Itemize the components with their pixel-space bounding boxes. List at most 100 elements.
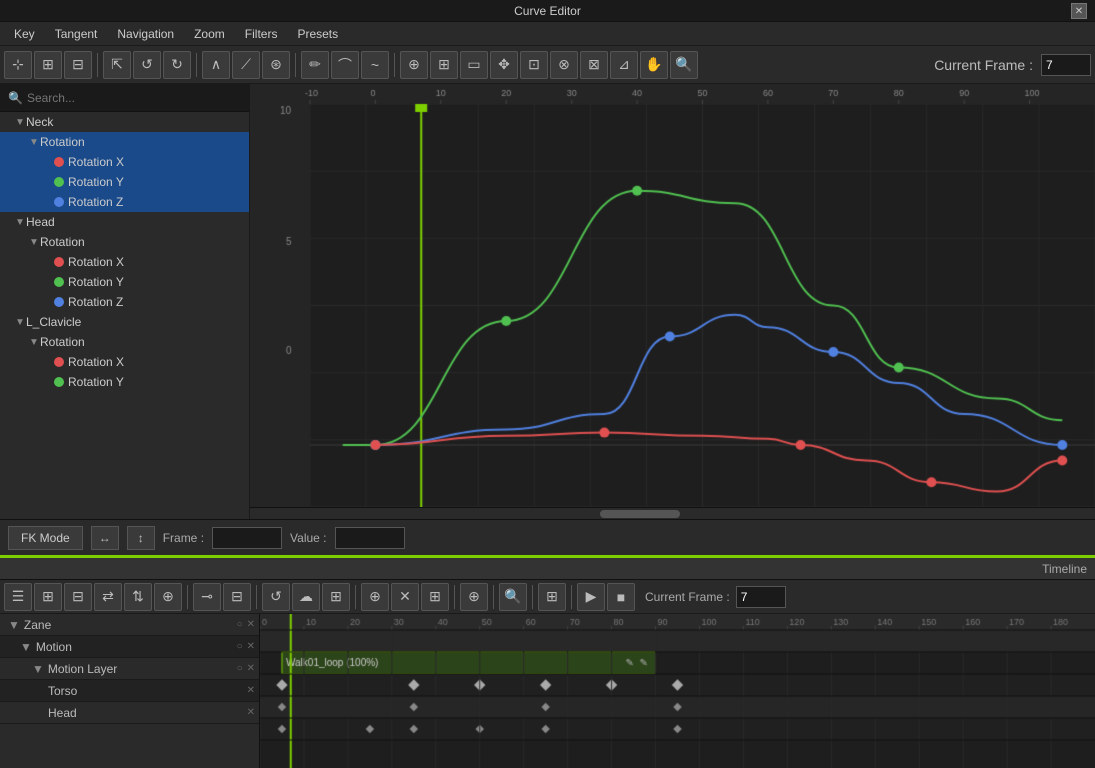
tl-row-torso[interactable]: Torso ✕ — [0, 680, 259, 702]
menu-filters[interactable]: Filters — [235, 25, 288, 43]
tl-btn-9[interactable]: ↺ — [262, 583, 290, 611]
search-input[interactable] — [27, 91, 241, 105]
tl-btn-8[interactable]: ⊟ — [223, 583, 251, 611]
tree-neck-rotation[interactable]: ▼ Rotation — [0, 132, 249, 152]
toolbar-fit[interactable]: ⊞ — [430, 51, 458, 79]
tl-icons-zane: ○ ✕ — [237, 619, 259, 630]
frame-input[interactable] — [212, 527, 282, 549]
tl-close-icon[interactable]: ✕ — [247, 663, 255, 674]
toolbar-expand[interactable]: ⊕ — [400, 51, 428, 79]
tl-btn-export[interactable]: ⊞ — [538, 583, 566, 611]
tl-row-zane[interactable]: ▼ Zane ○ ✕ — [0, 614, 259, 636]
dot-red — [54, 157, 64, 167]
frame-arrows-icon[interactable]: ↔ — [91, 526, 119, 550]
tree-lclavicle-rotation-y[interactable]: Rotation Y — [0, 372, 249, 392]
tl-btn-11[interactable]: ⊞ — [322, 583, 350, 611]
toolbar-zoom-out[interactable]: ⊗ — [550, 51, 578, 79]
tl-circle-icon[interactable]: ○ — [237, 641, 243, 652]
tl-btn-13[interactable]: ✕ — [391, 583, 419, 611]
toolbar-hand[interactable]: ✋ — [640, 51, 668, 79]
curve-scrollbar[interactable] — [250, 507, 1095, 519]
tl-btn-14[interactable]: ⊞ — [421, 583, 449, 611]
tree-head-rotation-z[interactable]: Rotation Z — [0, 292, 249, 312]
tl-btn-3[interactable]: ⊟ — [64, 583, 92, 611]
toolbar-region[interactable]: ▭ — [460, 51, 488, 79]
dot-red — [54, 357, 64, 367]
toolbar-magnify[interactable]: 🔍 — [670, 51, 698, 79]
toolbar-sep-1 — [97, 53, 98, 77]
timeline-canvas — [260, 614, 1095, 768]
toolbar-undo[interactable]: ↺ — [133, 51, 161, 79]
tree-neck[interactable]: ▼ Neck — [0, 112, 249, 132]
current-frame-input[interactable] — [1041, 54, 1091, 76]
tl-circle-icon[interactable]: ○ — [237, 663, 243, 674]
search-bar: 🔍 — [0, 84, 249, 112]
scroll-thumb[interactable] — [600, 510, 680, 518]
tree-lclavicle-rotation[interactable]: ▼ Rotation — [0, 332, 249, 352]
tl-btn-10[interactable]: ☁ — [292, 583, 320, 611]
toolbar-tan2[interactable]: ⊛ — [262, 51, 290, 79]
tree-lclavicle-rotation-x[interactable]: Rotation X — [0, 352, 249, 372]
toolbar-redo[interactable]: ↻ — [163, 51, 191, 79]
tree-head[interactable]: ▼ Head — [0, 212, 249, 232]
fk-mode-button[interactable]: FK Mode — [8, 526, 83, 550]
menu-tangent[interactable]: Tangent — [45, 25, 108, 43]
tree-lclavicle[interactable]: ▼ L_Clavicle — [0, 312, 249, 332]
tree-arrow: ▼ — [14, 317, 26, 328]
timeline-right-panel[interactable] — [260, 614, 1095, 768]
toolbar-snap[interactable]: ⊠ — [580, 51, 608, 79]
tl-play[interactable]: ▶ — [577, 583, 605, 611]
tl-sep-5 — [493, 585, 494, 609]
tree-head-rotation[interactable]: ▼ Rotation — [0, 232, 249, 252]
tl-btn-12[interactable]: ⊕ — [361, 583, 389, 611]
tl-close-icon[interactable]: ✕ — [247, 707, 255, 718]
tree-neck-rotation-x[interactable]: Rotation X — [0, 152, 249, 172]
tl-close-icon[interactable]: ✕ — [247, 685, 255, 696]
toolbar-curve[interactable]: ⌒ — [331, 51, 359, 79]
tl-btn-15[interactable]: ⊕ — [460, 583, 488, 611]
toolbar-tan1[interactable]: ⟋ — [232, 51, 260, 79]
toolbar-layer[interactable]: ⊟ — [64, 51, 92, 79]
timeline-left-panel: ▼ Zane ○ ✕ ▼ Motion ○ ✕ ▼ Motion Layer — [0, 614, 260, 768]
toolbar-move2[interactable]: ✥ — [490, 51, 518, 79]
tl-btn-4[interactable]: ⇄ — [94, 583, 122, 611]
tl-btn-2[interactable]: ⊞ — [34, 583, 62, 611]
tree-head-rotation-y[interactable]: Rotation Y — [0, 272, 249, 292]
tree-head-rotation-x[interactable]: Rotation X — [0, 252, 249, 272]
menu-zoom[interactable]: Zoom — [184, 25, 235, 43]
tl-btn-7[interactable]: ⊸ — [193, 583, 221, 611]
tl-row-motion-layer[interactable]: ▼ Motion Layer ○ ✕ — [0, 658, 259, 680]
toolbar-wave[interactable]: ~ — [361, 51, 389, 79]
menu-presets[interactable]: Presets — [287, 25, 348, 43]
tl-close-icon[interactable]: ✕ — [247, 619, 255, 630]
toolbar-move[interactable]: ⊞ — [34, 51, 62, 79]
tl-row-head[interactable]: Head ✕ — [0, 702, 259, 724]
toolbar-key1[interactable]: ⇱ — [103, 51, 131, 79]
bottom-controls: FK Mode ↔ ↕ Frame : Value : — [0, 519, 1095, 555]
tl-row-motion[interactable]: ▼ Motion ○ ✕ — [0, 636, 259, 658]
toolbar-frame-all[interactable]: ⊿ — [610, 51, 638, 79]
tl-btn-zoom[interactable]: 🔍 — [499, 583, 527, 611]
frame-vert-icon[interactable]: ↕ — [127, 526, 155, 550]
menu-key[interactable]: Key — [4, 25, 45, 43]
tree-neck-rotation-y[interactable]: Rotation Y — [0, 172, 249, 192]
curve-canvas-container[interactable] — [250, 84, 1095, 507]
tl-stop[interactable]: ■ — [607, 583, 635, 611]
tl-btn-1[interactable]: ☰ — [4, 583, 32, 611]
close-button[interactable]: ✕ — [1071, 3, 1087, 19]
tl-circle-icon[interactable]: ○ — [237, 619, 243, 630]
toolbar-pencil[interactable]: ✏ — [301, 51, 329, 79]
value-input[interactable] — [335, 527, 405, 549]
toolbar-select[interactable]: ⊹ — [4, 51, 32, 79]
tl-current-frame-input[interactable] — [736, 586, 786, 608]
tl-btn-5[interactable]: ⇅ — [124, 583, 152, 611]
tl-close-icon[interactable]: ✕ — [247, 641, 255, 652]
toolbar-zoom-in[interactable]: ⊡ — [520, 51, 548, 79]
tree-arrow: ▼ — [28, 337, 40, 348]
tl-btn-6[interactable]: ⊕ — [154, 583, 182, 611]
toolbar-key2[interactable]: ∧ — [202, 51, 230, 79]
menu-navigation[interactable]: Navigation — [107, 25, 184, 43]
tree-neck-rotation-z[interactable]: Rotation Z — [0, 192, 249, 212]
search-icon: 🔍 — [8, 91, 23, 105]
dot-blue — [54, 197, 64, 207]
